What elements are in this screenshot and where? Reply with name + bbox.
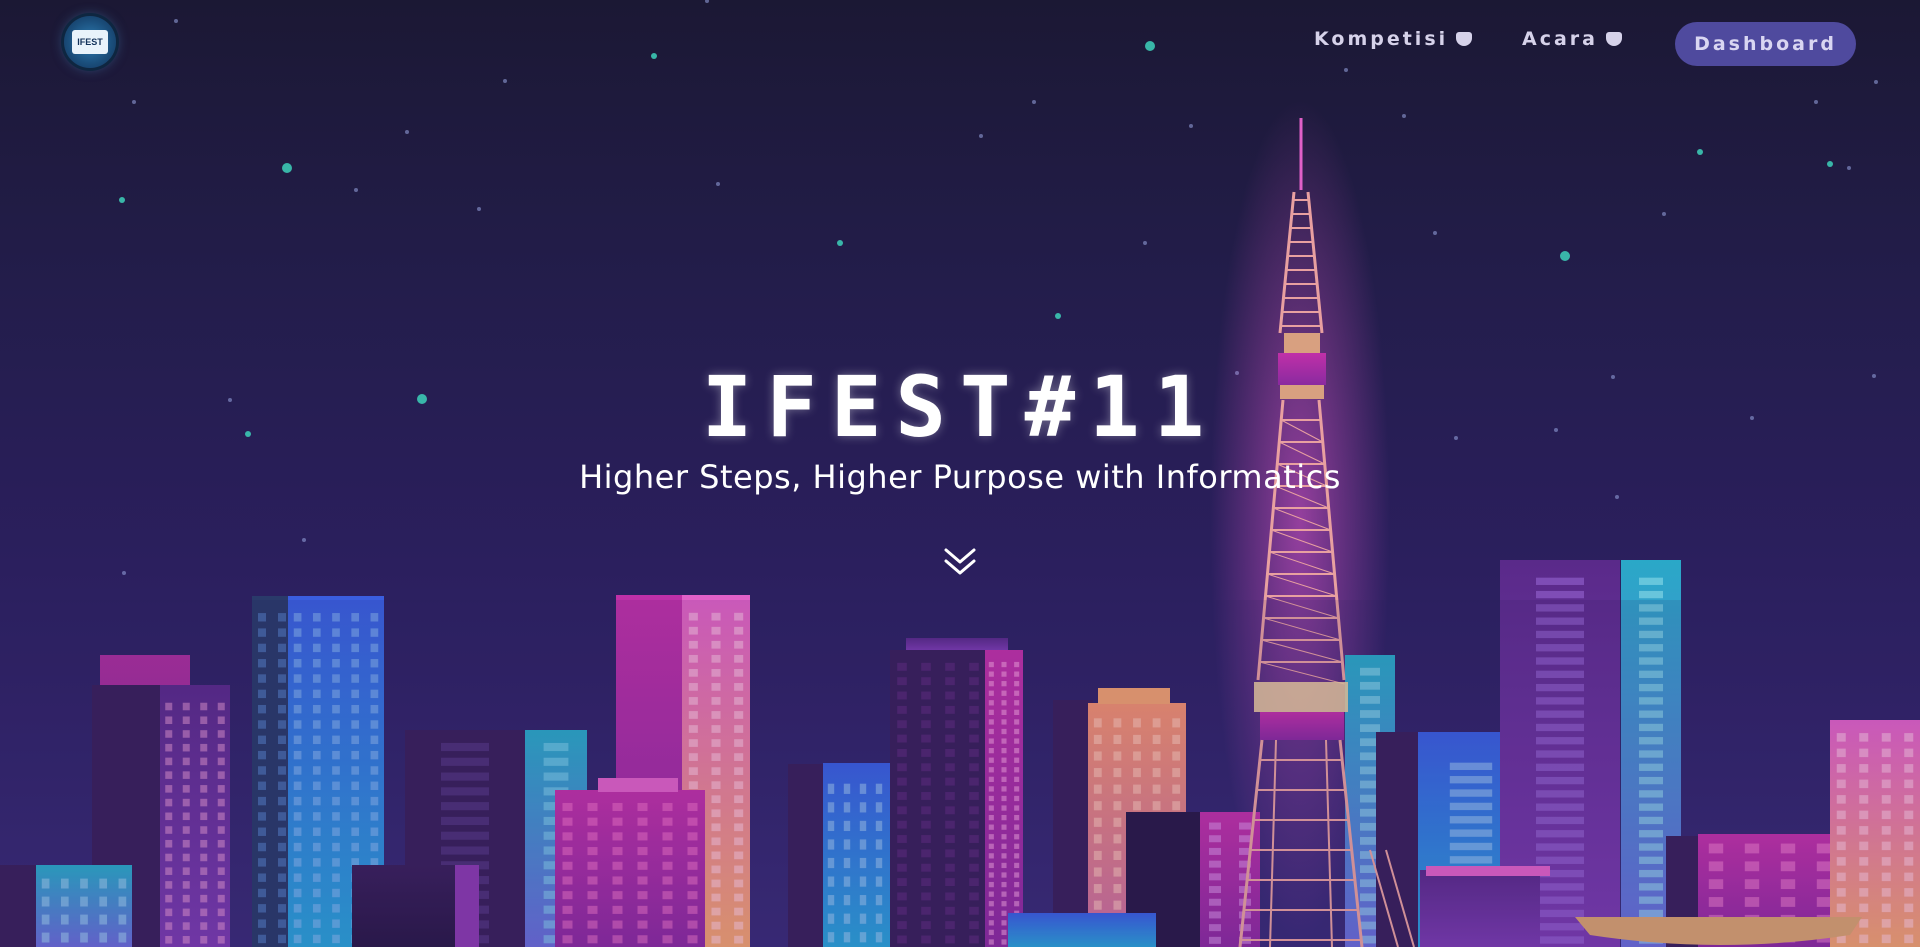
logo-text: IFEST (72, 30, 108, 54)
logo-icon[interactable]: IFEST (64, 16, 116, 68)
window-shape (1536, 590, 1584, 599)
nav-kompetisi[interactable]: Kompetisi (1314, 28, 1473, 50)
window-shape (1639, 590, 1663, 599)
caret-down-icon (1605, 32, 1622, 46)
dashboard-button[interactable]: Dashboard (1675, 22, 1856, 66)
hero-subtitle: Higher Steps, Higher Purpose with Inform… (579, 458, 1341, 496)
nav-kompetisi-label: Kompetisi (1314, 28, 1449, 50)
hero-title: IFEST#11 (701, 358, 1219, 456)
double-chevron-down-icon[interactable] (942, 546, 978, 578)
nav-acara-label: Acara (1522, 28, 1598, 50)
window-shape (1536, 577, 1584, 585)
window-shape (1639, 577, 1663, 585)
hero-section: IFEST Kompetisi Acara Dashboard IFEST#11… (0, 0, 1920, 947)
building-shape (1284, 333, 1320, 353)
caret-down-icon (1456, 32, 1473, 46)
atmosphere-overlay (0, 600, 1920, 947)
nav-acara[interactable]: Acara (1522, 28, 1622, 50)
